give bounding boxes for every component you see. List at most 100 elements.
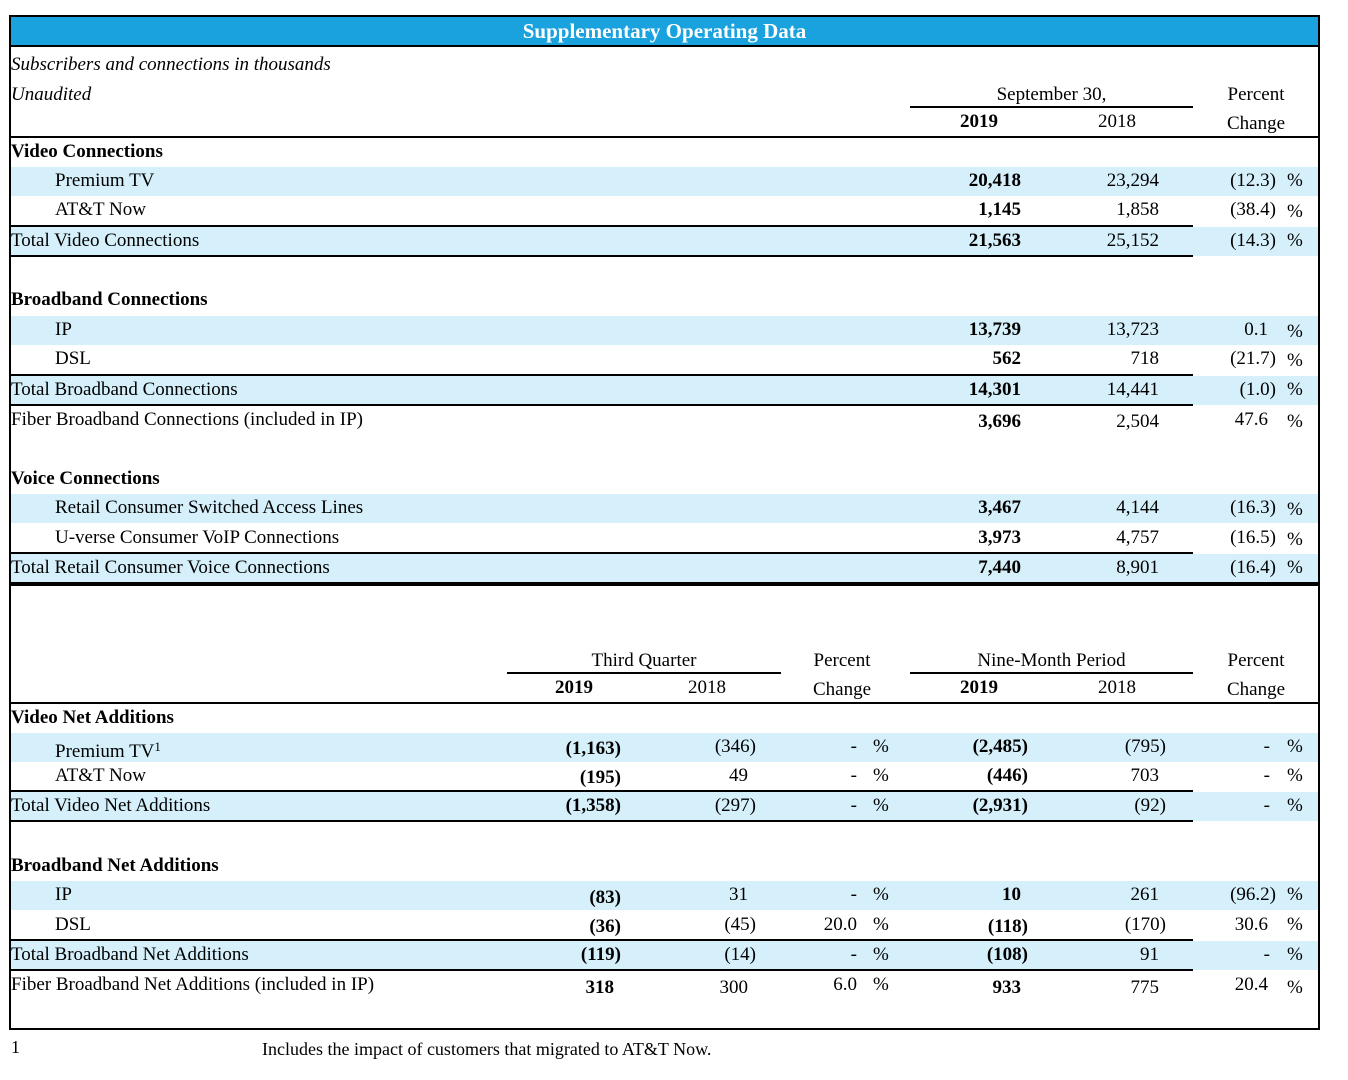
audit-note: Unaudited <box>11 84 92 105</box>
percent-sign: % <box>873 765 889 786</box>
value-2018: 4,144 <box>1116 497 1159 518</box>
total-rule <box>9 939 1193 941</box>
percent-sign: % <box>873 736 889 757</box>
percent-sign: % <box>1287 350 1303 371</box>
total-2018: 14,441 <box>1106 379 1159 400</box>
row-label: IP <box>55 319 72 340</box>
nm-2019: (108) <box>986 944 1028 965</box>
percent-change: (14.3) <box>1230 230 1276 251</box>
nm-2018: 775 <box>1130 977 1160 998</box>
tq-2019: (83) <box>589 887 621 908</box>
percent-sign: % <box>1287 944 1303 965</box>
value-2018: 23,294 <box>1106 170 1159 191</box>
row-label: DSL <box>55 348 91 369</box>
footnote-text: Includes the impact of customers that mi… <box>262 1039 712 1059</box>
percent-change: (16.5) <box>1230 527 1276 548</box>
value-2018: 718 <box>1130 348 1160 369</box>
value-2019: 3,973 <box>978 527 1021 548</box>
nm-2019-header: 2019 <box>960 677 998 698</box>
percent-change: (21.7) <box>1230 348 1276 369</box>
percent-change: (16.3) <box>1230 497 1276 518</box>
percent-sign: % <box>873 884 889 905</box>
total-rule <box>9 404 1193 406</box>
section-heading: Video Connections <box>11 141 163 162</box>
percent-change: 47.6 <box>1234 409 1268 430</box>
nm-2019: (2,931) <box>972 795 1028 816</box>
nm-2018: (170) <box>1124 914 1166 935</box>
tq-percent-change: - <box>850 795 857 816</box>
nm-percent-change: - <box>1263 944 1270 965</box>
row-label: DSL <box>55 914 91 935</box>
tq-change-header: Change <box>812 679 872 700</box>
footnote-number: 1 <box>11 1037 20 1057</box>
percent-sign: % <box>873 795 889 816</box>
percent-sign: % <box>1287 884 1303 905</box>
total-2018: 25,152 <box>1106 230 1159 251</box>
tq-percent-header: Percent <box>813 650 871 671</box>
nm-2019: (446) <box>986 765 1028 786</box>
tq-2018: (45) <box>724 914 756 935</box>
total-rule <box>9 552 1193 554</box>
value-2019: 1,145 <box>978 199 1021 220</box>
value-2019: 13,739 <box>968 319 1021 340</box>
percent-sign: % <box>873 974 889 995</box>
tq-2019-header: 2019 <box>555 677 593 698</box>
tq-2019: (195) <box>579 767 621 788</box>
total-label: Total Broadband Connections <box>11 379 238 400</box>
nm-2019: 933 <box>992 977 1022 998</box>
percent-sign: % <box>1287 557 1303 578</box>
nm-2018: 91 <box>1140 944 1159 965</box>
total-rule <box>9 255 1193 257</box>
value-2018: 4,757 <box>1116 527 1159 548</box>
nm-percent-change: 30.6 <box>1234 914 1268 935</box>
change-header: Change <box>1226 113 1286 134</box>
third-quarter-header: Third Quarter <box>591 650 697 671</box>
nm-2018: 703 <box>1130 765 1160 786</box>
value-2019: 562 <box>992 348 1022 369</box>
tq-2018: 31 <box>729 884 748 905</box>
percent-sign: % <box>1287 795 1303 816</box>
header-divider <box>9 136 1320 138</box>
tq-percent-change: 6.0 <box>833 974 857 995</box>
total-rule <box>9 790 1193 792</box>
section-heading: Voice Connections <box>11 468 160 489</box>
units-note: Subscribers and connections in thousands <box>11 54 331 75</box>
tq-percent-change: - <box>850 884 857 905</box>
tq-2019: (36) <box>589 916 621 937</box>
value-2018: 1,858 <box>1116 199 1159 220</box>
percent-sign: % <box>1287 914 1303 935</box>
row-label: AT&T Now <box>55 765 146 786</box>
section-heading: Broadband Net Additions <box>11 855 219 876</box>
nm-change-header: Change <box>1226 679 1286 700</box>
header-divider <box>9 702 1320 704</box>
tq-2018: (346) <box>714 736 756 757</box>
tq-percent-change: 20.0 <box>823 914 857 935</box>
fiber-label: Fiber Broadband Net Additions (included … <box>11 974 375 995</box>
tq-2019: 318 <box>585 977 615 998</box>
total-2019: 7,440 <box>978 557 1021 578</box>
tq-2019: (1,358) <box>565 795 621 816</box>
row-label: AT&T Now <box>55 199 146 220</box>
row-label: Premium TV <box>55 170 155 191</box>
total-label: Total Broadband Net Additions <box>11 944 249 965</box>
nm-2018: 261 <box>1130 884 1160 905</box>
nm-2019: 10 <box>1002 884 1021 905</box>
percent-change: (38.4) <box>1230 199 1276 220</box>
nm-percent-change: - <box>1263 765 1270 786</box>
nm-2018: (795) <box>1124 736 1166 757</box>
tq-2019: (119) <box>580 944 621 965</box>
nm-percent-change: - <box>1263 795 1270 816</box>
page-title: Supplementary Operating Data <box>9 15 1320 47</box>
percent-sign: % <box>1287 499 1303 520</box>
row-label: Retail Consumer Switched Access Lines <box>55 497 364 518</box>
header-rule <box>910 106 1193 108</box>
year-2018-header: 2018 <box>1098 111 1136 132</box>
nm-percent-change: - <box>1263 736 1270 757</box>
percent-sign: % <box>873 914 889 935</box>
section-heading: Video Net Additions <box>11 707 174 728</box>
header-rule <box>507 672 781 674</box>
percent-sign: % <box>1287 529 1303 550</box>
year-2019-header: 2019 <box>960 111 998 132</box>
nm-percent-header: Percent <box>1227 650 1285 671</box>
tq-2018: (297) <box>714 795 756 816</box>
